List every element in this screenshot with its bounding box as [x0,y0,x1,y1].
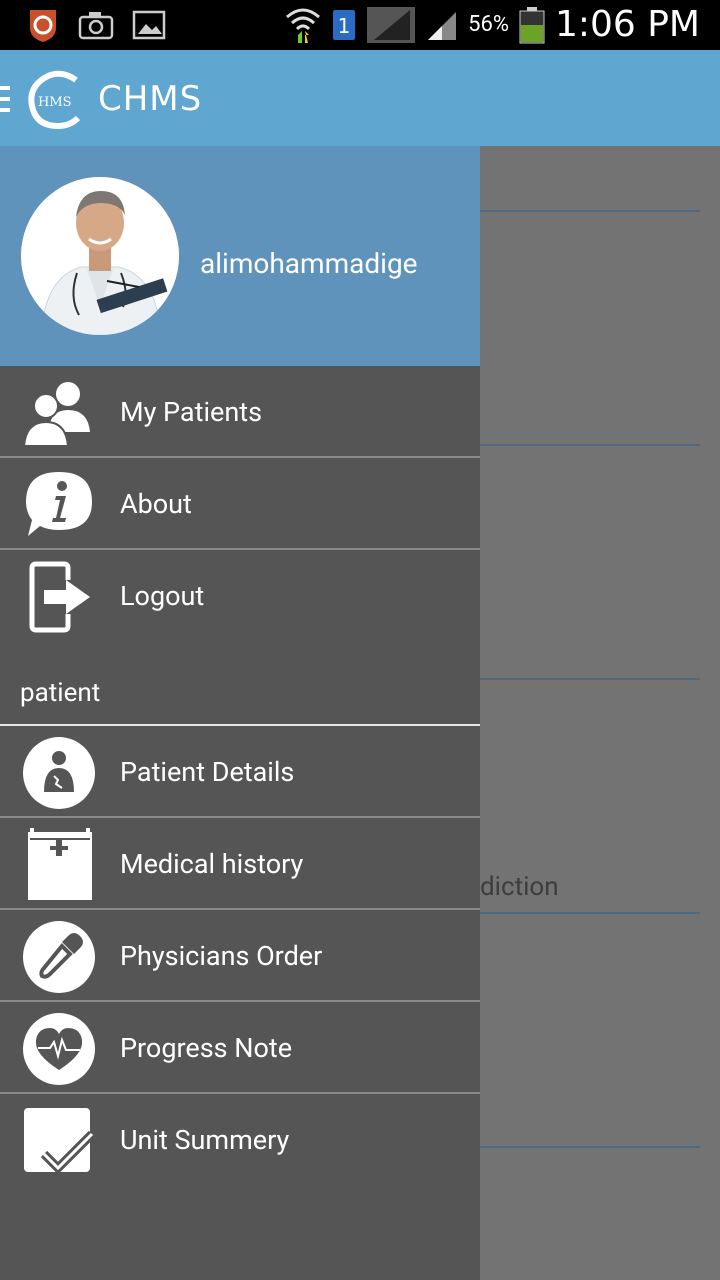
sim-icon: 1 [333,9,356,40]
info-icon [26,472,92,536]
menu-item-progress-note[interactable]: Progress Note [0,1002,480,1094]
section-header-patient: patient [0,658,480,726]
avatar [21,177,179,335]
camera-icon [78,12,114,40]
background-text: diction [480,872,559,902]
menu-label: Physicians Order [120,940,323,972]
logo-letters: HMS [38,95,72,110]
app-bar: HMS CHMS [0,50,720,146]
menu-item-logout[interactable]: Logout [0,550,480,642]
username: alimohammadige [200,247,418,280]
patient-icon [23,737,95,809]
menu-label: Unit Summery [120,1124,290,1156]
checkbox-icon [24,1108,96,1175]
background-content: diction [480,146,720,1280]
sim-number: 1 [338,14,351,38]
section-label: patient [20,678,101,708]
menu-icon[interactable] [0,86,10,112]
app-notification-icon [30,10,56,42]
menu-item-medical-history[interactable]: Medical history [0,818,480,910]
patients-icon [22,382,90,447]
menu-item-my-patients[interactable]: My Patients [0,366,480,458]
logout-icon [29,561,90,633]
menu-label: Medical history [120,848,304,880]
menu-label: Patient Details [120,756,295,788]
signal-icon [367,6,416,43]
clock: 1:06 PM [554,4,700,45]
wifi-icon [286,8,321,43]
signal-strength-icon [428,11,457,40]
app-logo: HMS [28,70,81,130]
menu-label: Progress Note [120,1032,293,1064]
clipboard-icon [28,828,92,900]
menu-label: About [120,488,192,520]
menu-item-about[interactable]: About [0,458,480,550]
status-bar: 1 56% 1:06 PM [0,0,720,50]
app-title: CHMS [98,79,203,119]
battery-percent: 56% [468,12,509,37]
menu-label: Logout [120,580,205,612]
menu-label: My Patients [120,396,263,428]
menu-item-patient-details[interactable]: Patient Details [0,726,480,818]
menu-item-unit-summery[interactable]: Unit Summery [0,1094,480,1186]
battery-icon [519,6,545,43]
drawer-header: alimohammadige [0,146,480,366]
doctor-avatar-icon [21,177,179,335]
heart-icon [23,1013,95,1085]
menu-item-physicians-order[interactable]: Physicians Order [0,910,480,1002]
dropper-icon [23,921,95,993]
gallery-icon [132,10,166,40]
navigation-drawer: alimohammadige My Patients About Logout … [0,146,480,1280]
